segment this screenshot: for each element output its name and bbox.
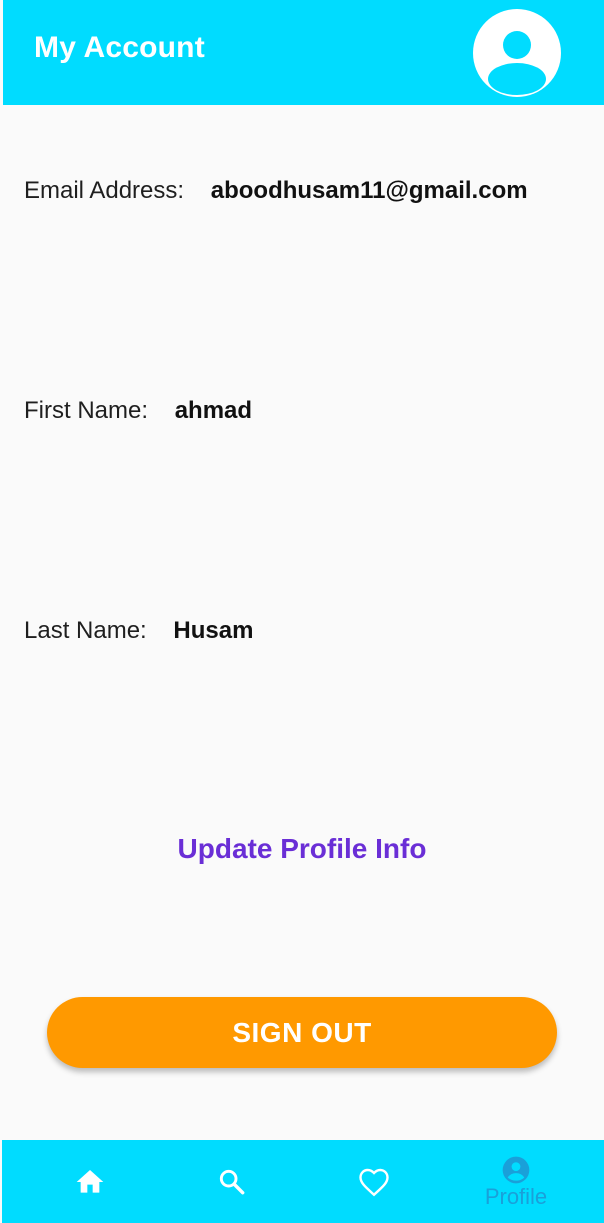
- email-value: aboodhusam11@gmail.com: [210, 177, 528, 204]
- home-icon: [76, 1169, 104, 1193]
- avatar[interactable]: [473, 9, 561, 97]
- nav-item-home[interactable]: [20, 1140, 160, 1223]
- account-circle-icon: [502, 1156, 530, 1183]
- first-name-value: ahmad: [174, 397, 253, 424]
- first-name-label: First Name:: [24, 397, 149, 424]
- first-name-row: First Name: ahmad: [24, 397, 252, 425]
- bottom-navigation: Profile: [2, 1140, 604, 1223]
- nav-item-label: Profile: [484, 1183, 548, 1209]
- app-bar: My Account: [3, 0, 604, 105]
- nav-item-search[interactable]: [162, 1140, 302, 1223]
- last-name-label: Last Name:: [24, 617, 147, 644]
- heart-icon: [359, 1168, 389, 1196]
- email-label: Email Address:: [24, 177, 185, 204]
- nav-item-profile[interactable]: Profile: [446, 1140, 586, 1223]
- sign-out-button[interactable]: SIGN OUT: [47, 997, 557, 1068]
- last-name-row: Last Name: Husam: [24, 617, 253, 645]
- page-title: My Account: [34, 31, 205, 64]
- email-row: Email Address: aboodhusam11@gmail.com: [24, 177, 528, 205]
- account-circle-icon: [488, 31, 546, 95]
- last-name-value: Husam: [173, 617, 254, 644]
- update-profile-link[interactable]: Update Profile Info: [0, 833, 604, 865]
- search-icon: [219, 1169, 245, 1194]
- nav-item-favorites[interactable]: [304, 1140, 444, 1223]
